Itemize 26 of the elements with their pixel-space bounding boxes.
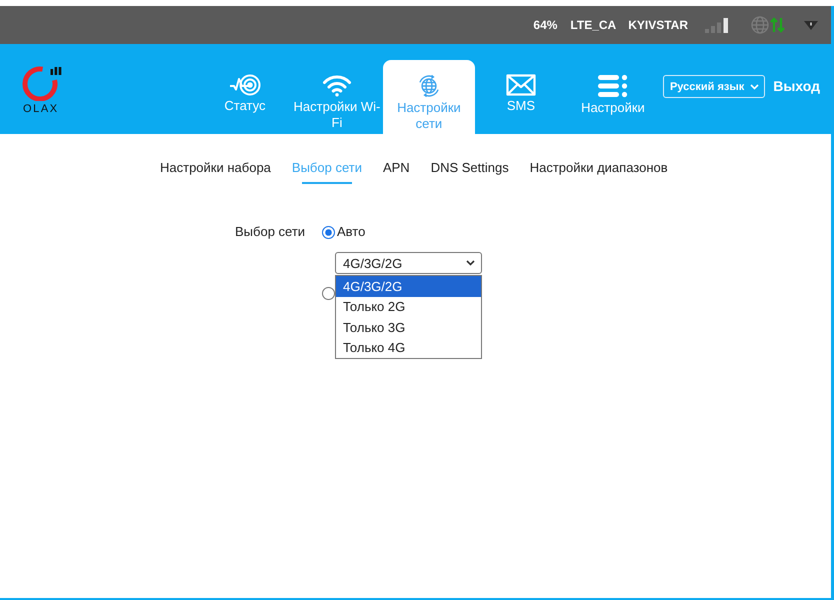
signal-strength-icon [705, 18, 729, 32]
wifi-icon [322, 74, 352, 97]
up-down-arrows-icon [770, 17, 785, 33]
radio-label[interactable]: Авто [337, 224, 366, 240]
chevron-down-icon [750, 84, 760, 90]
sub-tab[interactable]: Настройки диапазонов [530, 160, 668, 184]
sub-tab[interactable]: DNS Settings [430, 160, 509, 184]
network-mode-select[interactable]: 4G/3G/2G [335, 252, 482, 274]
envelope-icon [506, 74, 536, 96]
pulse-target-icon [228, 74, 261, 96]
radio-button[interactable] [322, 286, 335, 300]
field-label: Выбор сети [235, 224, 306, 240]
chevron-down-icon [466, 260, 475, 266]
radio-button[interactable] [322, 226, 335, 238]
globe-icon [751, 16, 769, 34]
battery-percentage: 64% [533, 18, 558, 32]
globe-arrows-icon [416, 74, 441, 98]
triangle-icon[interactable] [804, 20, 818, 30]
sub-tab[interactable]: Настройки набора [160, 160, 271, 184]
operator-name: KYIVSTAR [628, 18, 688, 32]
network-type: LTE_CA [570, 18, 616, 32]
menu-list-icon [598, 74, 628, 98]
sub-tab[interactable]: APN [382, 160, 410, 184]
logo-text: OLAX [23, 103, 59, 115]
logo-mark-icon [22, 65, 64, 101]
dropdown-option[interactable]: 4G/3G/2G [336, 276, 481, 296]
